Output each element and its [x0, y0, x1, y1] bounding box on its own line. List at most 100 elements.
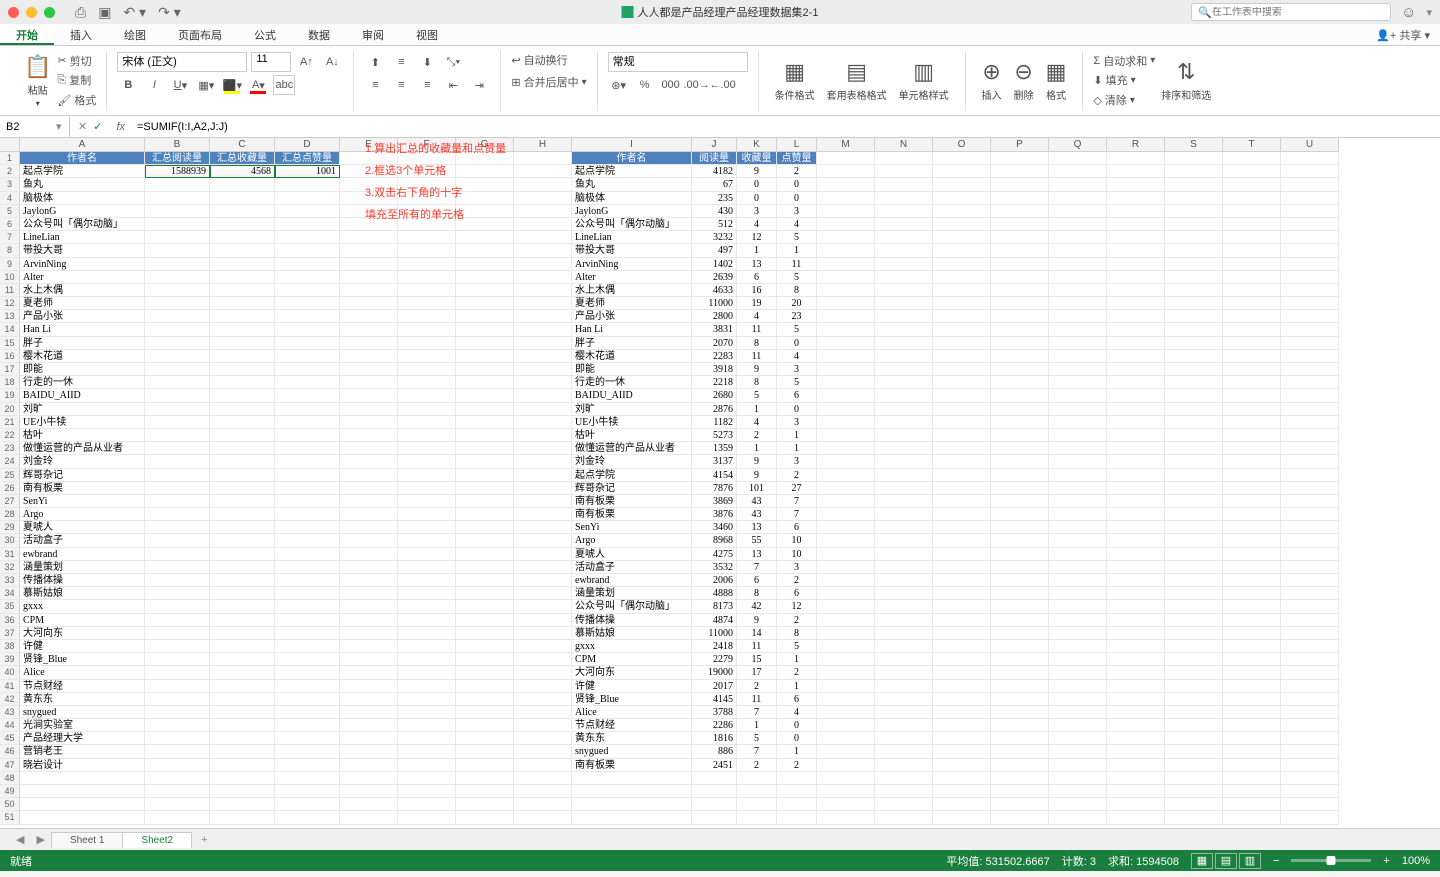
cell[interactable] — [1107, 574, 1165, 587]
cell[interactable] — [340, 680, 398, 693]
cell[interactable] — [1281, 666, 1339, 679]
cell[interactable] — [1281, 693, 1339, 706]
zoom-out-icon[interactable]: − — [1273, 855, 1279, 867]
cell[interactable]: 夏老师 — [572, 297, 692, 310]
row-header[interactable]: 18 — [0, 376, 20, 389]
cell[interactable] — [514, 455, 572, 468]
cell[interactable] — [817, 165, 875, 178]
row-header[interactable]: 45 — [0, 732, 20, 745]
cell[interactable] — [456, 574, 514, 587]
cell[interactable] — [817, 310, 875, 323]
cell[interactable] — [514, 258, 572, 271]
cell[interactable] — [275, 785, 340, 798]
cell[interactable] — [991, 192, 1049, 205]
cell[interactable] — [1107, 706, 1165, 719]
row-header[interactable]: 7 — [0, 231, 20, 244]
cell[interactable] — [933, 785, 991, 798]
cell[interactable] — [991, 363, 1049, 376]
cell[interactable] — [398, 706, 456, 719]
cell[interactable]: 3 — [737, 205, 777, 218]
cell[interactable] — [933, 244, 991, 257]
cell[interactable]: 7876 — [692, 482, 737, 495]
cell[interactable] — [933, 561, 991, 574]
cell[interactable] — [1165, 666, 1223, 679]
cell[interactable] — [275, 706, 340, 719]
cell[interactable]: 2 — [737, 759, 777, 772]
cell-style-button[interactable]: ▥单元格样式 — [893, 52, 955, 109]
cell[interactable] — [1223, 297, 1281, 310]
cell[interactable] — [456, 653, 514, 666]
cell[interactable] — [514, 561, 572, 574]
cell[interactable] — [1107, 429, 1165, 442]
cell[interactable] — [933, 521, 991, 534]
italic-button[interactable]: I — [143, 75, 165, 95]
cell[interactable] — [933, 152, 991, 165]
cell[interactable] — [514, 416, 572, 429]
cell[interactable] — [1165, 350, 1223, 363]
cell[interactable]: 1 — [737, 719, 777, 732]
cell[interactable] — [275, 416, 340, 429]
table-row[interactable]: 营销老王snygued88671 — [20, 745, 1339, 758]
cell[interactable]: 2 — [777, 165, 817, 178]
cell[interactable] — [817, 811, 875, 824]
cell[interactable] — [991, 811, 1049, 824]
cell[interactable] — [456, 521, 514, 534]
cell[interactable] — [1165, 165, 1223, 178]
cell[interactable] — [875, 218, 933, 231]
cell[interactable] — [1107, 666, 1165, 679]
cell[interactable] — [875, 271, 933, 284]
cell[interactable] — [991, 469, 1049, 482]
cell[interactable] — [145, 469, 210, 482]
align-middle-icon[interactable]: ≡ — [390, 52, 412, 72]
cell[interactable] — [777, 785, 817, 798]
cell[interactable]: 512 — [692, 218, 737, 231]
cell[interactable] — [1165, 798, 1223, 811]
cell[interactable] — [1049, 534, 1107, 547]
cell[interactable] — [145, 218, 210, 231]
cell[interactable]: 7 — [777, 495, 817, 508]
cell[interactable] — [514, 165, 572, 178]
cell[interactable] — [1107, 218, 1165, 231]
cell[interactable] — [145, 587, 210, 600]
cell[interactable]: 23 — [777, 310, 817, 323]
cell[interactable]: 8 — [737, 376, 777, 389]
table-row[interactable]: 涵量策划活动盒子353273 — [20, 561, 1339, 574]
cell[interactable] — [1281, 772, 1339, 785]
cell[interactable] — [1049, 772, 1107, 785]
cell[interactable] — [1107, 271, 1165, 284]
cell[interactable] — [817, 666, 875, 679]
cell[interactable] — [1165, 680, 1223, 693]
cell[interactable] — [145, 297, 210, 310]
cell[interactable] — [1107, 165, 1165, 178]
cell[interactable]: 1402 — [692, 258, 737, 271]
cell[interactable] — [1107, 363, 1165, 376]
row-header[interactable]: 27 — [0, 495, 20, 508]
cell[interactable] — [1281, 165, 1339, 178]
cell[interactable]: 即能 — [572, 363, 692, 376]
wrap-text-button[interactable]: ↩自动换行 — [511, 52, 586, 68]
cell[interactable] — [514, 284, 572, 297]
cell[interactable] — [817, 205, 875, 218]
cell[interactable] — [275, 680, 340, 693]
cell[interactable] — [875, 469, 933, 482]
cell[interactable] — [456, 455, 514, 468]
cell[interactable] — [991, 759, 1049, 772]
cell[interactable]: 13 — [737, 258, 777, 271]
row-header[interactable]: 49 — [0, 785, 20, 798]
cell[interactable] — [398, 640, 456, 653]
row-header[interactable]: 1 — [0, 152, 20, 165]
row-header[interactable]: 38 — [0, 640, 20, 653]
cell[interactable]: 12 — [777, 600, 817, 613]
cell[interactable] — [514, 785, 572, 798]
cell[interactable] — [1223, 376, 1281, 389]
cell[interactable] — [210, 416, 275, 429]
cell[interactable]: 1 — [737, 403, 777, 416]
cell[interactable] — [1223, 152, 1281, 165]
row-headers[interactable]: 1234567891011121314151617181920212223242… — [0, 152, 20, 825]
row-header[interactable]: 10 — [0, 271, 20, 284]
cell[interactable]: 43 — [737, 495, 777, 508]
table-row[interactable]: 产品小张产品小张2800423 — [20, 310, 1339, 323]
align-left-icon[interactable]: ≡ — [364, 75, 386, 95]
cell[interactable] — [933, 719, 991, 732]
cell[interactable] — [514, 759, 572, 772]
